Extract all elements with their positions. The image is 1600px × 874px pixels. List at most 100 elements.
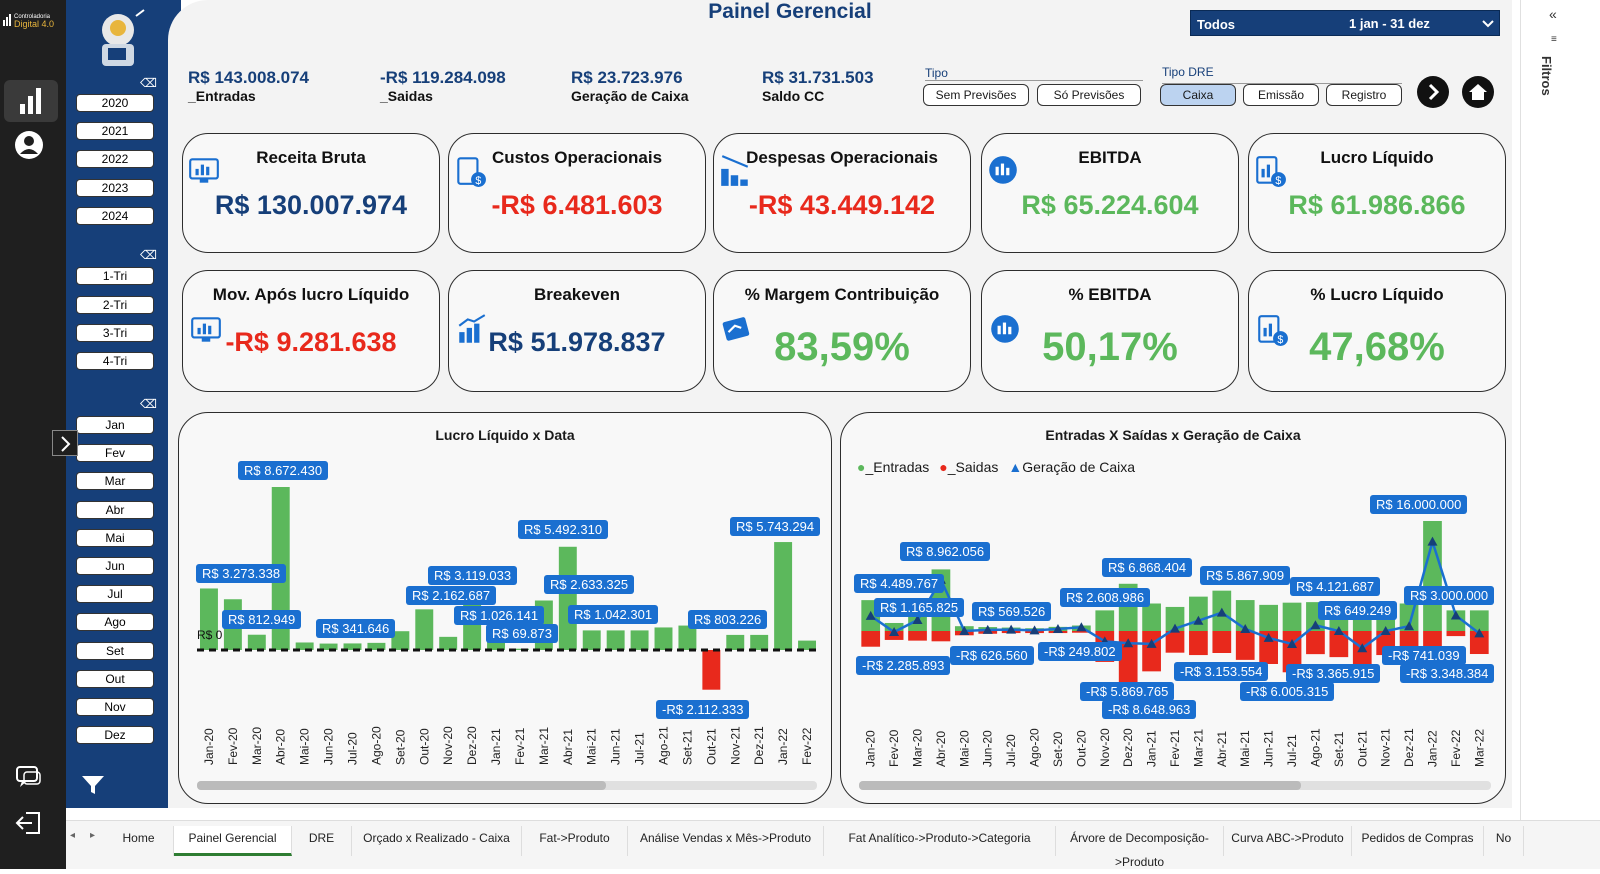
chart2-scrollbar[interactable] [859, 781, 1491, 790]
total-entradas-label: _Entradas [188, 88, 256, 104]
month-button-out[interactable]: Out [76, 669, 154, 688]
month-button-jul[interactable]: Jul [76, 585, 154, 604]
bar-Out-20[interactable] [415, 609, 434, 650]
filter-lines-icon: ≡ [1551, 34, 1557, 45]
entradas-bar[interactable] [1189, 596, 1208, 631]
collapse-filters-button[interactable]: « [1549, 6, 1557, 22]
quarter-button-3[interactable]: 3-Tri [76, 324, 154, 342]
x-tick-label: Nov-20 [1098, 728, 1112, 767]
x-tick-label: Out-21 [1355, 730, 1369, 767]
bar-Dez-21[interactable] [750, 634, 769, 650]
month-button-jun[interactable]: Jun [76, 557, 154, 575]
entradas-bar[interactable] [1142, 603, 1161, 632]
chat-chart-icon [986, 154, 1020, 188]
tipo-dre-emissao-button[interactable]: Emissão [1243, 84, 1319, 106]
saidas-bar[interactable] [1446, 631, 1466, 637]
quarter-button-4[interactable]: 4-Tri [76, 352, 154, 370]
clear-year-filter-eraser-icon[interactable]: ⌫ [140, 76, 157, 90]
year-button-2023[interactable]: 2023 [76, 179, 154, 197]
tipo-dre-caixa-button[interactable]: Caixa [1160, 84, 1236, 106]
date-range-label: Todos [1197, 17, 1236, 32]
quarter-button-2[interactable]: 2-Tri [76, 296, 154, 314]
saidas-bar[interactable] [1235, 631, 1255, 660]
logout-button[interactable] [14, 808, 44, 838]
dashboard-nav-button[interactable] [4, 80, 58, 122]
bar-chart-down-icon [718, 154, 752, 188]
bar-Jan-22[interactable] [774, 542, 793, 650]
month-button-abr[interactable]: Abr [76, 500, 154, 519]
filter-funnel-button[interactable] [80, 772, 106, 798]
tab-fat-anal-tico-produto-categoria[interactable]: Fat Analítico->Produto->Categoria [824, 826, 1056, 856]
month-button-jan[interactable]: Jan [76, 416, 154, 434]
tab-home[interactable]: Home [104, 826, 174, 856]
bar-Nov-20[interactable] [439, 636, 458, 650]
tab-curva-abc-produto[interactable]: Curva ABC->Produto [1224, 826, 1352, 856]
expand-panel-button[interactable] [52, 430, 78, 456]
tab-no[interactable]: No [1484, 826, 1524, 856]
entradas-bar[interactable] [1259, 604, 1278, 631]
data-label: -R$ 626.560 [950, 646, 1034, 665]
bar-Nov-21[interactable] [726, 634, 745, 650]
clear-quarter-filter-eraser-icon[interactable]: ⌫ [140, 248, 157, 262]
chat-button[interactable] [14, 762, 44, 792]
month-button-dez[interactable]: Dez [76, 726, 154, 745]
bar-Abr-21[interactable] [558, 546, 577, 650]
entradas-bar[interactable] [1095, 610, 1115, 631]
year-button-2022[interactable]: 2022 [76, 150, 154, 168]
tipo-dre-registro-button[interactable]: Registro [1326, 84, 1402, 106]
x-tick-label: Abr-21 [561, 729, 575, 765]
kpi-card-ebitda: EBITDA R$ 65.224.604 [981, 133, 1239, 253]
month-button-fev[interactable]: Fev [76, 444, 154, 463]
clear-month-filter-eraser-icon[interactable]: ⌫ [140, 397, 157, 411]
date-range-dropdown[interactable]: Todos 1 jan - 31 dez [1190, 10, 1500, 36]
home-button[interactable] [1462, 76, 1494, 108]
svg-text:$: $ [475, 175, 481, 187]
year-button-2021[interactable]: 2021 [76, 122, 154, 140]
bar-Mar-20[interactable] [247, 634, 266, 650]
saidas-bar[interactable] [1212, 631, 1232, 653]
chart1-scrollbar-thumb[interactable] [197, 781, 607, 790]
saidas-bar[interactable] [861, 631, 881, 647]
x-tick-label: Ago-21 [657, 726, 671, 765]
tab-painel-gerencial[interactable]: Painel Gerencial [174, 826, 292, 856]
tab-an-lise-vendas-x-m-s-produto[interactable]: Análise Vendas x Mês->Produto [628, 826, 824, 856]
user-nav-button[interactable] [12, 128, 46, 162]
bar-Out-21[interactable] [702, 650, 721, 690]
tab-dre[interactable]: DRE [292, 826, 352, 856]
bar-Set-21[interactable] [678, 625, 697, 650]
year-button-2024[interactable]: 2024 [76, 207, 154, 225]
saidas-bar[interactable] [1142, 631, 1161, 672]
bar-Jul-21[interactable] [630, 630, 649, 650]
x-tick-label: Nov-21 [1379, 728, 1393, 767]
tabs-scroll-right-button[interactable]: ▸ [90, 830, 95, 841]
chart2-scrollbar-thumb[interactable] [859, 781, 1302, 790]
year-button-2020[interactable]: 2020 [76, 94, 154, 112]
saidas-bar[interactable] [931, 631, 951, 642]
entradas-bar[interactable] [1282, 602, 1302, 631]
x-tick-label: Jun-21 [609, 728, 623, 765]
saidas-bar[interactable] [1189, 631, 1208, 656]
tab-or-ado-x-realizado-caixa[interactable]: Orçado x Realizado - Caixa [352, 826, 522, 856]
data-label: R$ 341.646 [316, 619, 396, 638]
bar-Jun-21[interactable] [606, 630, 625, 650]
tipo-sem-previsoes-button[interactable]: Sem Previsões [923, 84, 1029, 106]
bar-Ago-21[interactable] [654, 627, 673, 650]
x-tick-label: Dez-21 [752, 726, 766, 765]
saidas-bar[interactable] [908, 631, 927, 641]
quarter-button-1[interactable]: 1-Tri [76, 267, 154, 285]
bar-Mai-21[interactable] [582, 630, 601, 650]
month-button-set[interactable]: Set [76, 641, 154, 660]
tab--rvore-de-decomposi-o-produto[interactable]: Árvore de Decomposição->Produto [1056, 826, 1224, 869]
tab-pedidos-de-compras[interactable]: Pedidos de Compras [1352, 826, 1484, 856]
chart1-scrollbar[interactable] [197, 781, 817, 790]
month-button-mar[interactable]: Mar [76, 472, 154, 491]
x-tick-label: Mar-20 [250, 727, 264, 765]
tabs-scroll-left-button[interactable]: ◂ [70, 830, 75, 841]
saidas-bar[interactable] [1306, 631, 1325, 655]
month-button-ago[interactable]: Ago [76, 613, 154, 632]
month-button-nov[interactable]: Nov [76, 698, 154, 716]
month-button-mai[interactable]: Mai [76, 528, 154, 547]
tab-fat-produto[interactable]: Fat->Produto [522, 826, 628, 856]
next-page-button[interactable] [1417, 76, 1449, 108]
tipo-so-previsoes-button[interactable]: Só Previsões [1037, 84, 1141, 106]
